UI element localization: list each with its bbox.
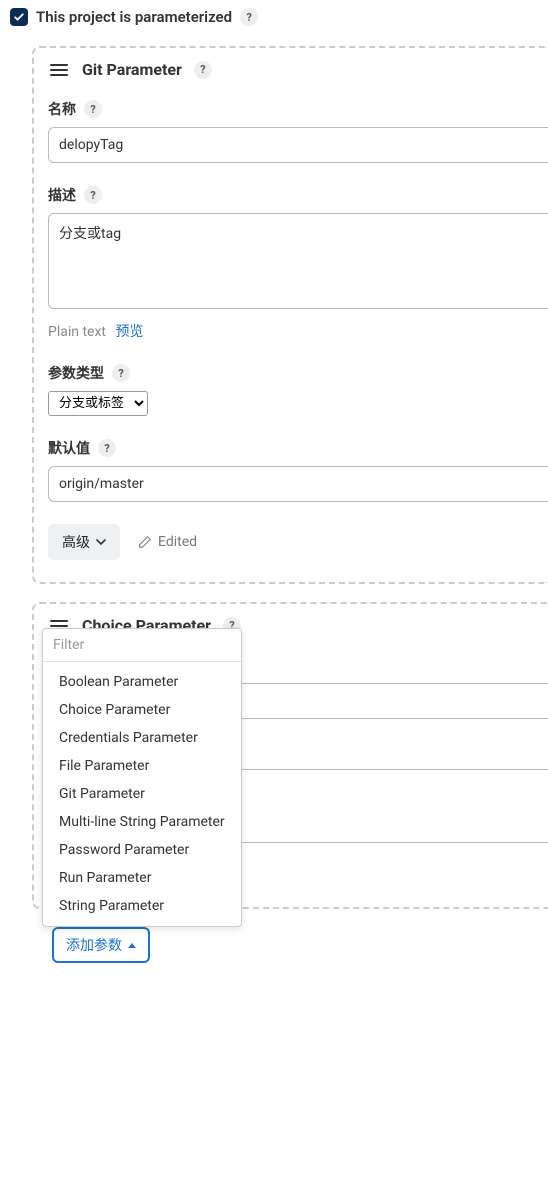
plain-text-label: Plain text: [48, 324, 106, 340]
add-parameter-label: 添加参数: [66, 935, 122, 955]
dropdown-item[interactable]: String Parameter: [43, 892, 241, 920]
preview-link[interactable]: 预览: [115, 324, 143, 340]
git-parameter-section: Git Parameter ? 名称 ? 描述 ? 分支或tag Plain t…: [32, 46, 548, 584]
dropdown-item[interactable]: Run Parameter: [43, 864, 241, 892]
param-type-label: 参数类型: [48, 363, 104, 383]
git-default-input[interactable]: [48, 466, 548, 502]
advanced-button[interactable]: 高级: [48, 524, 120, 560]
dropdown-item[interactable]: Multi-line String Parameter: [43, 808, 241, 836]
parameterized-label: This project is parameterized: [36, 8, 232, 26]
dropdown-item[interactable]: File Parameter: [43, 752, 241, 780]
triangle-up-icon: [128, 943, 136, 948]
dropdown-item[interactable]: Choice Parameter: [43, 696, 241, 724]
chevron-down-icon: [96, 537, 106, 547]
git-desc-textarea[interactable]: 分支或tag: [48, 213, 548, 309]
section-title: Git Parameter: [82, 60, 182, 79]
dropdown-item[interactable]: Credentials Parameter: [43, 724, 241, 752]
add-parameter-button[interactable]: 添加参数: [52, 927, 150, 963]
drag-handle-icon[interactable]: [48, 61, 70, 79]
desc-label: 描述: [48, 185, 76, 205]
help-icon[interactable]: ?: [240, 8, 258, 26]
check-icon: [13, 11, 25, 23]
name-label: 名称: [48, 99, 76, 119]
pencil-icon: [138, 535, 152, 549]
advanced-button-label: 高级: [62, 532, 90, 552]
help-icon[interactable]: ?: [112, 364, 130, 382]
filter-input[interactable]: [43, 629, 241, 662]
param-type-select[interactable]: 分支或标签: [48, 391, 148, 416]
edited-indicator: Edited: [138, 534, 197, 550]
dropdown-item[interactable]: Boolean Parameter: [43, 668, 241, 696]
help-icon[interactable]: ?: [98, 439, 116, 457]
git-name-input[interactable]: [48, 127, 548, 163]
dropdown-item[interactable]: Git Parameter: [43, 780, 241, 808]
dropdown-item[interactable]: Password Parameter: [43, 836, 241, 864]
parameterized-checkbox[interactable]: [10, 8, 28, 26]
add-parameter-dropdown: Boolean ParameterChoice ParameterCredent…: [42, 628, 242, 927]
help-icon[interactable]: ?: [84, 186, 102, 204]
default-label: 默认值: [48, 438, 90, 458]
help-icon[interactable]: ?: [194, 61, 212, 79]
help-icon[interactable]: ?: [84, 100, 102, 118]
